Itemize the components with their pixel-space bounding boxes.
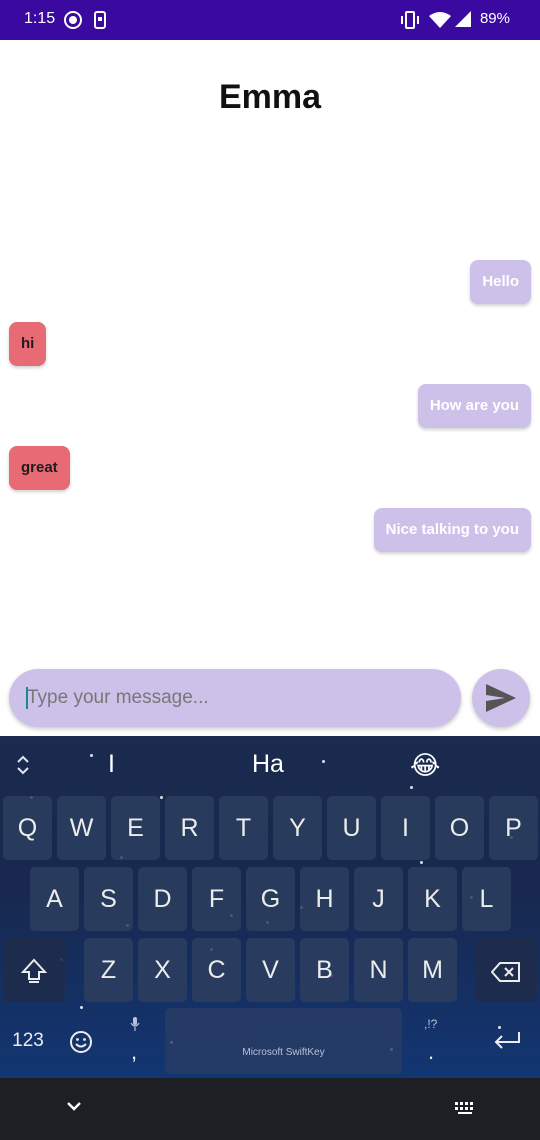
send-button[interactable] <box>472 669 530 727</box>
message-composer <box>9 669 461 727</box>
keyboard-icon[interactable] <box>454 1101 476 1115</box>
key-y[interactable]: Y <box>273 796 322 860</box>
key-h[interactable]: H <box>300 867 349 931</box>
key-r[interactable]: R <box>165 796 214 860</box>
shift-icon <box>21 958 47 983</box>
key-e[interactable]: E <box>111 796 160 860</box>
text-cursor <box>26 687 28 709</box>
record-icon <box>64 11 82 29</box>
key-u[interactable]: U <box>327 796 376 860</box>
suggestion-2[interactable]: Ha <box>252 750 284 779</box>
suggestion-3[interactable]: 😂 <box>410 750 440 781</box>
enter-icon <box>494 1032 520 1049</box>
sent-message: Hello <box>470 260 531 304</box>
key-t[interactable]: T <box>219 796 268 860</box>
emoji-key[interactable] <box>57 1008 106 1072</box>
key-x[interactable]: X <box>138 938 187 1002</box>
key-k[interactable]: K <box>408 867 457 931</box>
key-c[interactable]: C <box>192 938 241 1002</box>
key-p[interactable]: P <box>489 796 538 860</box>
chat-title: Emma <box>218 78 322 116</box>
sent-message: Nice talking to you <box>373 508 531 552</box>
key-n[interactable]: N <box>354 938 403 1002</box>
key-a[interactable]: A <box>30 867 79 931</box>
space-bar[interactable]: Microsoft SwiftKey <box>165 1008 402 1074</box>
expand-toolbar-icon[interactable] <box>15 754 31 776</box>
emoji-icon <box>70 1031 92 1053</box>
battery-percent: 89% <box>479 10 510 27</box>
key-j[interactable]: J <box>354 867 403 931</box>
message-input[interactable] <box>27 678 447 718</box>
key-g[interactable]: G <box>246 867 295 931</box>
key-w[interactable]: W <box>57 796 106 860</box>
send-icon <box>486 684 516 712</box>
wifi-icon <box>429 12 451 28</box>
key-f[interactable]: F <box>192 867 241 931</box>
key-z[interactable]: Z <box>84 938 133 1002</box>
received-message: hi <box>9 322 47 366</box>
backspace-key[interactable] <box>475 938 537 1002</box>
navigation-bar <box>0 1078 540 1140</box>
status-time: 1:15 <box>24 10 56 27</box>
received-message: great <box>9 446 70 490</box>
key-q[interactable]: Q <box>3 796 52 860</box>
numbers-key[interactable]: 123 <box>3 1008 53 1072</box>
sent-message: How are you <box>417 384 531 428</box>
vibrate-icon <box>401 11 419 29</box>
enter-key[interactable] <box>475 1008 537 1072</box>
phone-notification-icon <box>94 11 106 29</box>
key-i[interactable]: I <box>381 796 430 860</box>
key-s[interactable]: S <box>84 867 133 931</box>
status-bar: 1:15 89% <box>0 0 540 40</box>
shift-key[interactable] <box>3 938 65 1002</box>
signal-icon <box>455 11 471 27</box>
suggestion-1[interactable]: I <box>108 750 115 779</box>
key-o[interactable]: O <box>435 796 484 860</box>
comma-label: , <box>131 1039 138 1064</box>
on-screen-keyboard: I Ha 😂 Q W E R T Y U I O P A S D F G H J… <box>0 736 540 1078</box>
key-v[interactable]: V <box>246 938 295 1002</box>
space-bar-label: Microsoft SwiftKey <box>242 1047 325 1058</box>
key-d[interactable]: D <box>138 867 187 931</box>
period-key[interactable]: ,!? . <box>408 1008 457 1072</box>
backspace-icon <box>491 962 520 982</box>
key-m[interactable]: M <box>408 938 457 1002</box>
period-label: . <box>428 1039 435 1064</box>
comma-key[interactable]: , <box>111 1008 160 1072</box>
chevron-down-icon[interactable] <box>66 1100 82 1114</box>
key-b[interactable]: B <box>300 938 349 1002</box>
key-l[interactable]: L <box>462 867 511 931</box>
